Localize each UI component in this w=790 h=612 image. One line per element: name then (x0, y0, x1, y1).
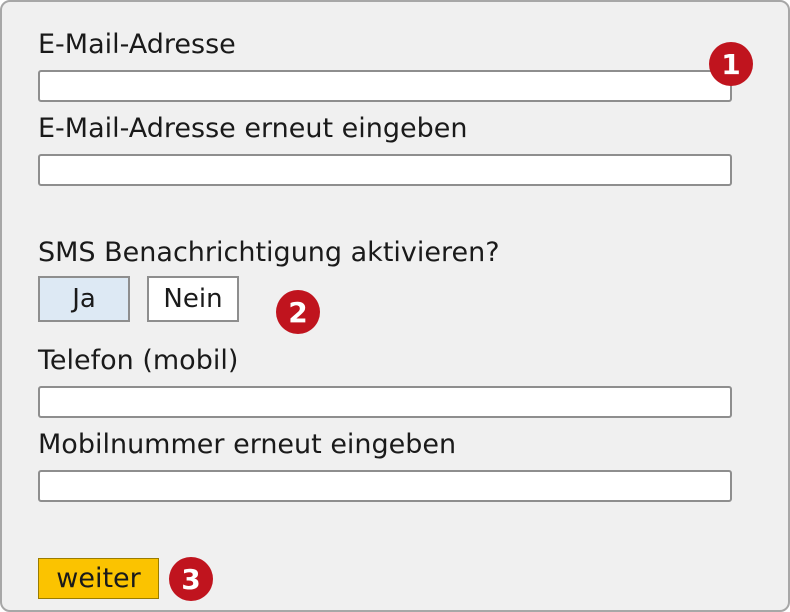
sms-no-button[interactable]: Nein (147, 276, 239, 322)
sms-yes-button[interactable]: Ja (38, 276, 130, 322)
step-marker-1: 1 (709, 42, 753, 86)
phone-label: Telefon (mobil) (38, 345, 239, 376)
phone-field[interactable] (38, 386, 732, 418)
email-confirm-field[interactable] (38, 154, 732, 186)
email-field[interactable] (38, 70, 732, 102)
next-button[interactable]: weiter (38, 558, 159, 599)
email-label: E-Mail-Adresse (38, 29, 236, 60)
phone-confirm-label: Mobilnummer erneut eingeben (38, 429, 457, 460)
form-panel: E-Mail-Adresse E-Mail-Adresse erneut ein… (0, 0, 790, 612)
step-marker-3: 3 (169, 557, 213, 601)
phone-confirm-field[interactable] (38, 470, 732, 502)
email-confirm-label: E-Mail-Adresse erneut eingeben (38, 113, 468, 144)
step-marker-2: 2 (276, 290, 320, 334)
sms-question-label: SMS Benachrichtigung aktivieren? (38, 237, 500, 268)
